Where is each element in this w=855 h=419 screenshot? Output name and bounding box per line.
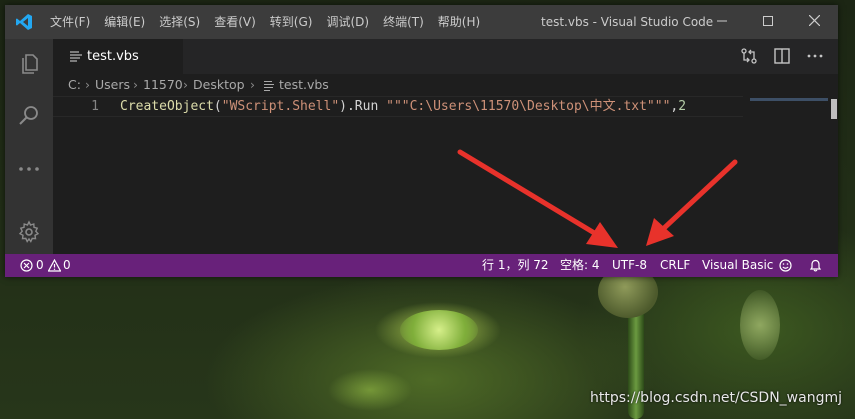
code-token-number: 2 (678, 99, 687, 114)
maximize-button[interactable] (745, 5, 791, 39)
tab-label: test.vbs (87, 49, 139, 64)
breadcrumb: C: › Users › 11570 › Desktop › test.vbs (53, 74, 838, 96)
background-leaf (400, 310, 478, 350)
chevron-right-icon: › (85, 77, 90, 92)
minimize-button[interactable] (699, 5, 745, 39)
code-line[interactable]: 1 CreateObject("WScript.Shell").Run """C… (53, 96, 743, 117)
menu-debug[interactable]: 调试(D) (319, 5, 376, 39)
file-lines-icon (70, 51, 82, 62)
chevron-right-icon: › (183, 77, 188, 92)
tab-test-vbs[interactable]: test.vbs (53, 39, 183, 74)
smiley-icon[interactable] (779, 259, 792, 272)
vscode-window: 文件(F) 编辑(E) 选择(S) 查看(V) 转到(G) 调试(D) 终端(T… (5, 5, 838, 277)
activity-bar (5, 39, 53, 254)
editor-area: test.vbs C: › Users › 11570 › Desktop › … (53, 39, 838, 254)
error-icon (20, 259, 33, 272)
close-icon (808, 14, 820, 27)
breadcrumb-item[interactable]: C: (68, 74, 81, 96)
compare-changes-icon[interactable] (739, 46, 759, 66)
indentation-setting[interactable]: 空格: 4 (560, 254, 600, 277)
bell-icon[interactable] (809, 259, 822, 272)
breadcrumb-item[interactable]: Users (95, 74, 130, 96)
tab-bar: test.vbs (53, 39, 838, 74)
menu-view[interactable]: 查看(V) (207, 5, 263, 39)
title-bar: 文件(F) 编辑(E) 选择(S) 查看(V) 转到(G) 调试(D) 终端(T… (5, 5, 838, 39)
menu-selection[interactable]: 选择(S) (152, 5, 207, 39)
minimize-icon (717, 20, 727, 22)
code-token-function: CreateObject (120, 99, 214, 114)
gear-icon[interactable] (17, 220, 41, 244)
menu-help[interactable]: 帮助(H) (431, 5, 487, 39)
error-count[interactable]: 0 (36, 254, 44, 277)
close-button[interactable] (791, 5, 837, 39)
menu-go[interactable]: 转到(G) (263, 5, 320, 39)
breadcrumb-item[interactable]: test.vbs (279, 74, 329, 96)
search-icon[interactable] (17, 104, 41, 128)
menu-file[interactable]: 文件(F) (43, 5, 97, 39)
chevron-right-icon: › (250, 77, 255, 92)
warning-count[interactable]: 0 (63, 254, 71, 277)
more-icon[interactable] (17, 157, 41, 181)
line-number: 1 (91, 99, 99, 114)
code-text[interactable]: CreateObject("WScript.Shell").Run """C:\… (120, 97, 686, 116)
breadcrumb-item[interactable]: Desktop (193, 74, 245, 96)
code-token-string: "WScript.Shell" (221, 99, 340, 114)
menu-bar: 文件(F) 编辑(E) 选择(S) 查看(V) 转到(G) 调试(D) 终端(T… (43, 5, 487, 39)
language-mode[interactable]: Visual Basic (702, 254, 773, 277)
warning-icon (48, 259, 61, 272)
chevron-right-icon: › (133, 77, 138, 92)
code-token-punct: ( (213, 99, 222, 114)
background-leaf (740, 290, 780, 360)
vscode-logo-icon (16, 14, 32, 30)
more-actions-icon[interactable] (805, 46, 825, 66)
menu-edit[interactable]: 编辑(E) (97, 5, 152, 39)
vertical-scrollbar[interactable] (831, 99, 837, 119)
minimap[interactable] (750, 98, 828, 101)
eol-setting[interactable]: CRLF (660, 254, 690, 277)
file-lines-icon (264, 81, 274, 91)
explorer-icon[interactable] (17, 52, 41, 76)
menu-terminal[interactable]: 终端(T) (376, 5, 431, 39)
encoding-setting[interactable]: UTF-8 (612, 254, 647, 277)
breadcrumb-item[interactable]: 11570 (143, 74, 183, 96)
code-token-punct: ).Run (339, 99, 387, 114)
split-editor-icon[interactable] (772, 46, 792, 66)
window-title: test.vbs - Visual Studio Code (541, 15, 714, 29)
watermark: https://blog.csdn.net/CSDN_wangmj (590, 390, 842, 406)
status-bar: 0 0 行 1，列 72 空格: 4 UTF-8 CRLF Visual Bas… (5, 254, 838, 277)
maximize-icon (763, 16, 773, 26)
cursor-position[interactable]: 行 1，列 72 (482, 254, 549, 277)
code-token-string: """C:\Users\11570\Desktop\中文.txt""" (386, 99, 671, 114)
